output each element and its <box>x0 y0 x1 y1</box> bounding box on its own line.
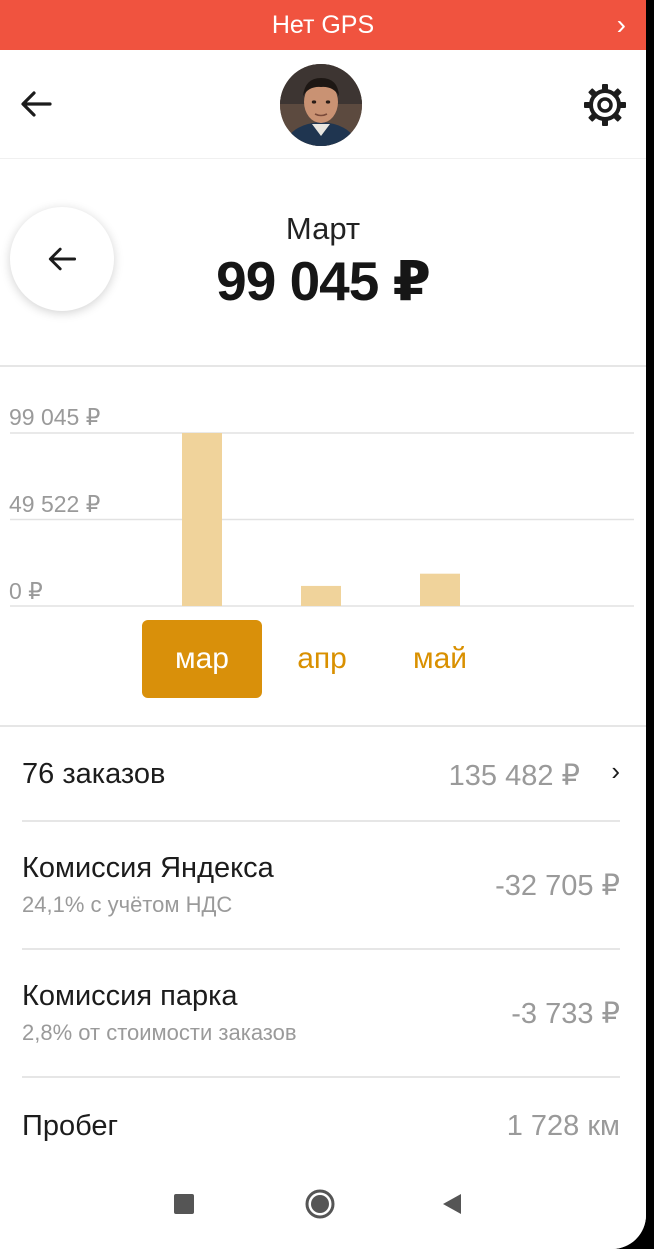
system-navigation-bar <box>0 1166 646 1249</box>
month-tab-apr[interactable]: апр <box>262 620 382 698</box>
chevron-right-icon: › <box>616 9 626 40</box>
orders-label: 76 заказов <box>22 758 166 790</box>
chart-bar-апр[interactable] <box>301 585 341 606</box>
month-tab-mar[interactable]: мар <box>142 620 262 698</box>
back-triangle-icon[interactable] <box>441 1193 463 1215</box>
yandex-fee-value: -32 705 ₽ <box>495 870 620 902</box>
yandex-fee-sub: 24,1% с учётом НДС <box>22 892 233 917</box>
y-tick-label-mid: 49 522 ₽ <box>9 491 101 517</box>
divider <box>0 365 646 367</box>
park-fee-value: -3 733 ₽ <box>511 998 620 1030</box>
month-total-amount: 99 045 ₽ <box>216 250 431 312</box>
month-title: Март <box>285 211 361 246</box>
avatar[interactable] <box>280 64 362 146</box>
park-fee-row: Комиссия парка 2,8% от стоимости заказов… <box>22 950 620 1078</box>
divider <box>0 725 646 727</box>
orders-value: 135 482 ₽ <box>448 760 580 792</box>
y-tick-label-max: 99 045 ₽ <box>9 404 101 430</box>
month-summary: Март 99 045 ₽ <box>0 158 646 366</box>
chart-bar-май[interactable] <box>420 573 460 606</box>
home-circle-icon[interactable] <box>304 1188 336 1220</box>
park-fee-sub: 2,8% от стоимости заказов <box>22 1020 297 1045</box>
y-tick-label-zero: 0 ₽ <box>9 578 43 604</box>
settings-gear-icon[interactable] <box>582 82 628 128</box>
park-fee-label: Комиссия парка <box>22 980 238 1012</box>
orders-row[interactable]: 76 заказов 135 482 ₽ › <box>22 728 620 822</box>
yandex-fee-label: Комиссия Яндекса <box>22 852 274 884</box>
back-arrow-icon[interactable] <box>16 84 56 124</box>
chevron-right-icon: › <box>611 756 620 786</box>
top-bar <box>0 50 646 158</box>
app-screen: Нет GPS › Март 99 045 ₽ 99 045 ₽ 49 522 … <box>0 0 646 1249</box>
month-tab-may[interactable]: май <box>380 620 500 698</box>
banner-text: Нет GPS <box>271 10 375 39</box>
mileage-row: Пробег 1 728 км <box>22 1078 620 1168</box>
chart-bar-мар[interactable] <box>182 433 222 606</box>
earnings-bar-chart: 99 045 ₽ 49 522 ₽ 0 ₽ мар апр май <box>0 368 646 728</box>
yandex-fee-row: Комиссия Яндекса 24,1% с учётом НДС -32 … <box>22 822 620 950</box>
recents-square-icon[interactable] <box>174 1194 194 1214</box>
no-gps-banner[interactable]: Нет GPS › <box>0 0 646 50</box>
mileage-label: Пробег <box>22 1110 119 1142</box>
mileage-value: 1 728 км <box>506 1110 620 1142</box>
